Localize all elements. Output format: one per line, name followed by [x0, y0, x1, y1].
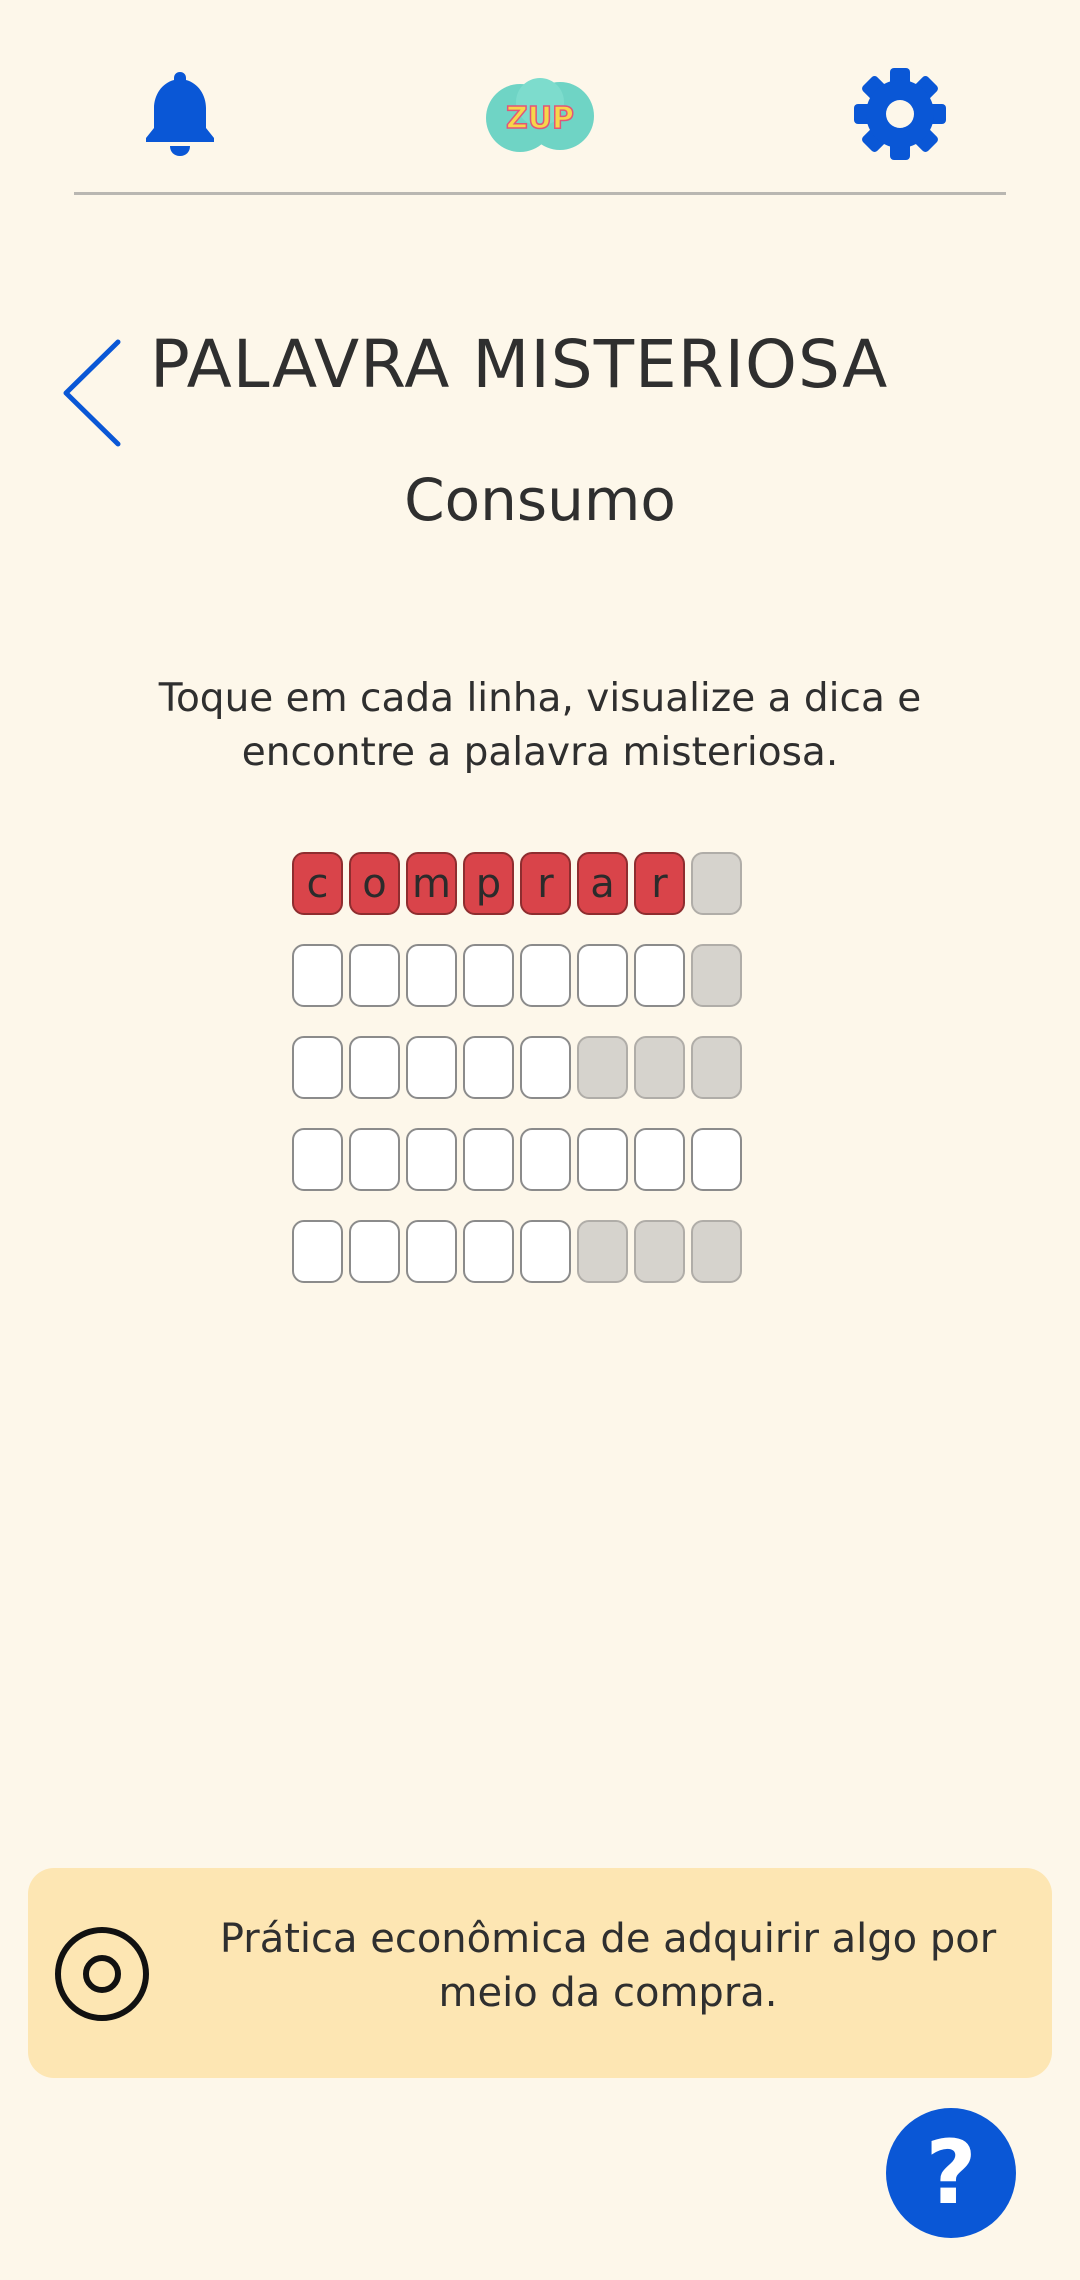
zup-logo: ZUP: [480, 72, 600, 162]
letter-cell: [520, 1036, 571, 1099]
letter-cell: [634, 1036, 685, 1099]
chevron-left-icon: [63, 339, 121, 447]
letter-cell: [577, 1036, 628, 1099]
instructions-text: Toque em cada linha, visualize a dica e …: [158, 676, 922, 775]
letter-cell: o: [349, 852, 400, 915]
letter-cell: [406, 1128, 457, 1191]
letter-cell: [691, 944, 742, 1007]
letter-cell: r: [634, 852, 685, 915]
hint-text: Prática econômica de adquirir algo por m…: [219, 1916, 997, 2016]
letter-cell: [577, 1128, 628, 1191]
letter-cell: [349, 1220, 400, 1283]
letter-cell: [577, 944, 628, 1007]
letter-cell: [292, 944, 343, 1007]
bell-icon[interactable]: [140, 68, 220, 158]
letter-cell: [406, 1220, 457, 1283]
letter-cell: [463, 1128, 514, 1191]
letter-cell: [463, 1220, 514, 1283]
letter-cell: a: [577, 852, 628, 915]
letter-cell: [463, 944, 514, 1007]
letter-cell: [349, 1128, 400, 1191]
category-subtitle: Consumo: [404, 466, 676, 534]
target-icon: [52, 1924, 152, 2024]
letter-cell: m: [406, 852, 457, 915]
letter-cell: [634, 1128, 685, 1191]
gear-icon[interactable]: [850, 64, 950, 164]
hint-panel: Prática econômica de adquirir algo por m…: [28, 1868, 1052, 2078]
letter-cell: [577, 1220, 628, 1283]
word-row[interactable]: [292, 1128, 792, 1196]
word-row[interactable]: [292, 944, 792, 1012]
header-divider: [74, 192, 1006, 195]
letter-cell: [634, 1220, 685, 1283]
letter-cell: [292, 1128, 343, 1191]
question-icon: ?: [925, 2121, 977, 2224]
letter-cell: c: [292, 852, 343, 915]
letter-cell: [349, 1036, 400, 1099]
letter-cell: [406, 944, 457, 1007]
letter-cell: p: [463, 852, 514, 915]
help-button[interactable]: ?: [886, 2108, 1016, 2238]
top-header: ZUP: [0, 0, 1080, 200]
letter-cell: [691, 1220, 742, 1283]
logo-text: ZUP: [506, 101, 574, 136]
word-row[interactable]: [292, 1036, 792, 1104]
page-title: PALAVRA MISTERIOSA: [150, 326, 889, 403]
letter-cell: [634, 944, 685, 1007]
letter-cell: r: [520, 852, 571, 915]
letter-cell: [463, 1036, 514, 1099]
letter-cell: [292, 1220, 343, 1283]
letter-cell: [406, 1036, 457, 1099]
letter-cell: [520, 1220, 571, 1283]
letter-cell: [349, 944, 400, 1007]
letter-cell: [691, 1128, 742, 1191]
word-row[interactable]: comprar: [292, 852, 792, 920]
letter-cell: [520, 1128, 571, 1191]
letter-cell: [520, 944, 571, 1007]
back-button[interactable]: [58, 338, 128, 448]
letter-cell: [691, 1036, 742, 1099]
word-row[interactable]: [292, 1220, 792, 1288]
word-grid: comprar: [292, 852, 792, 1312]
letter-cell: [292, 1036, 343, 1099]
letter-cell: [691, 852, 742, 915]
